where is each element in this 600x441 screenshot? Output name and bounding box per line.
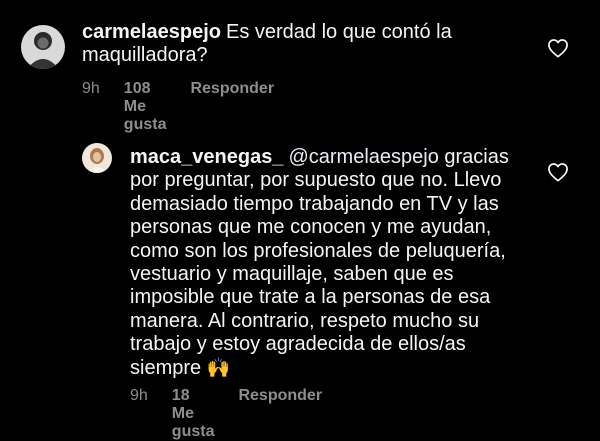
comment-username[interactable]: carmelaespejo: [82, 21, 221, 43]
avatar[interactable]: [82, 143, 112, 173]
comment-meta: 9h 108 Me gusta Responder: [82, 80, 274, 134]
comment-username[interactable]: maca_venegas_: [130, 146, 283, 168]
raised-hands-icon: 🙌: [206, 356, 231, 379]
comment-meta: 9h 18 Me gusta Responder: [130, 387, 322, 441]
avatar[interactable]: [21, 25, 65, 69]
comment-time: 9h: [130, 387, 148, 404]
comment-body: gracias por preguntar, por supuesto que …: [130, 146, 509, 379]
mention-link[interactable]: @carmelaespejo: [288, 146, 438, 168]
reply-button[interactable]: Responder: [238, 387, 322, 441]
comment-text: carmelaespejo Es verdad lo que contó la m…: [82, 21, 522, 68]
heart-icon[interactable]: [547, 162, 569, 182]
comment-likes[interactable]: 18 Me gusta: [172, 387, 215, 441]
heart-icon[interactable]: [547, 38, 569, 58]
comment-likes[interactable]: 108 Me gusta: [124, 80, 167, 134]
comment-time: 9h: [82, 80, 100, 97]
comment-text: maca_venegas_ @carmelaespejo gracias por …: [130, 146, 518, 380]
avatar-photo-icon: [82, 143, 112, 173]
avatar-photo-icon: [21, 25, 65, 69]
reply-button[interactable]: Responder: [190, 80, 274, 134]
